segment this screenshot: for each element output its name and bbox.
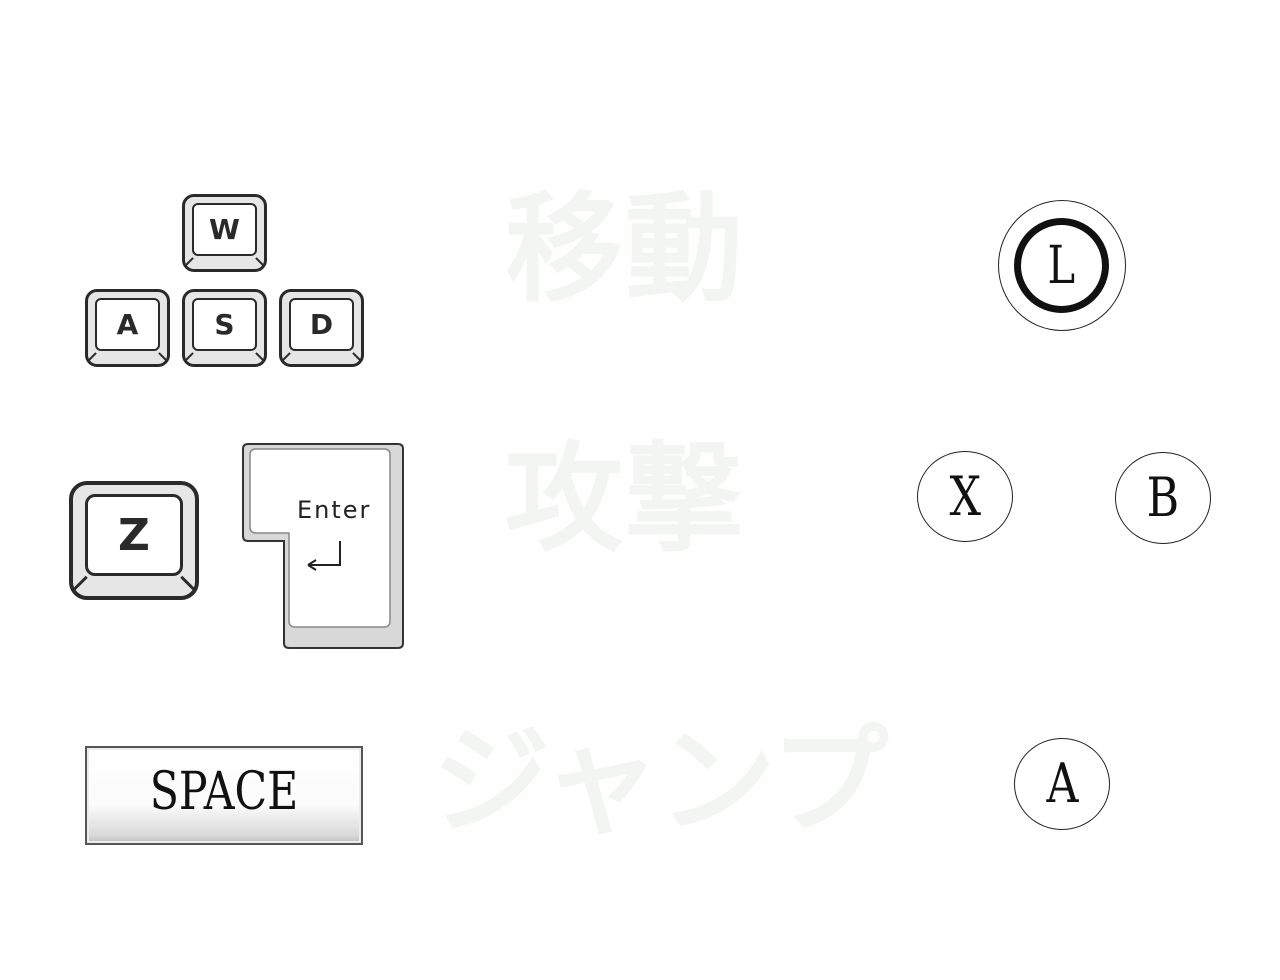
key-s: S (182, 289, 267, 367)
left-stick: L (998, 200, 1126, 331)
key-d-label: D (289, 298, 354, 351)
key-a: A (85, 289, 170, 367)
key-z-label: Z (85, 494, 183, 576)
key-s-label: S (192, 298, 257, 351)
key-enter: Enter (242, 443, 404, 649)
button-x: X (917, 451, 1013, 542)
key-d: D (279, 289, 364, 367)
key-w: W (182, 194, 267, 272)
key-w-label: W (192, 203, 257, 256)
action-label-attack: 攻撃 (505, 430, 746, 568)
button-a-label: A (1046, 752, 1078, 815)
key-space: SPACE (85, 746, 363, 845)
left-stick-ring: L (1014, 218, 1109, 313)
key-z: Z (69, 481, 199, 600)
enter-key-shape (242, 443, 404, 649)
left-stick-label: L (1047, 235, 1076, 296)
action-label-jump: ジャンプ (432, 712, 889, 850)
button-b: B (1115, 452, 1211, 544)
button-b-label: B (1146, 466, 1180, 529)
key-enter-label: Enter (297, 496, 372, 524)
button-a: A (1014, 738, 1110, 830)
action-label-move: 移動 (505, 180, 746, 318)
key-a-label: A (95, 298, 160, 351)
button-x-label: X (949, 464, 981, 528)
key-space-label: SPACE (149, 762, 299, 822)
